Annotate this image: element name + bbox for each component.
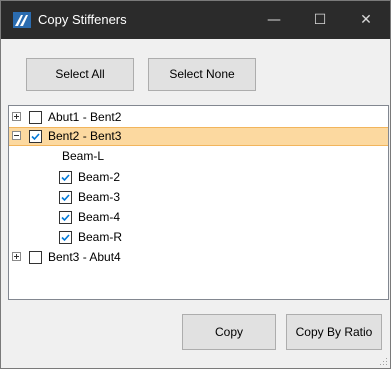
expand-plus-icon[interactable] [12, 112, 21, 121]
stiffener-tree[interactable]: Abut1 - Bent2 Bent2 - Bent3 Beam-L Beam-… [8, 105, 389, 300]
tree-node-beam-2[interactable]: Beam-2 [9, 168, 388, 187]
node-label: Beam-2 [78, 170, 121, 184]
tree-node-abut1-bent2[interactable]: Abut1 - Bent2 [9, 108, 388, 127]
tree-node-beam-3[interactable]: Beam-3 [9, 188, 388, 207]
node-checkbox-checked[interactable] [59, 211, 72, 224]
node-checkbox[interactable] [29, 111, 42, 124]
node-label: Beam-L [62, 149, 105, 163]
copy-button[interactable]: Copy [182, 314, 276, 350]
checkmark-icon [61, 174, 70, 182]
node-checkbox-checked[interactable] [59, 191, 72, 204]
checkmark-icon [61, 194, 70, 202]
checkmark-icon [61, 214, 70, 222]
node-label: Bent2 - Bent3 [48, 129, 122, 143]
node-label: Abut1 - Bent2 [48, 110, 122, 124]
select-none-button[interactable]: Select None [148, 58, 256, 91]
node-checkbox[interactable] [29, 251, 42, 264]
tree-node-beam-4[interactable]: Beam-4 [9, 208, 388, 227]
window-title: Copy Stiffeners [38, 12, 127, 27]
copy-stiffeners-dialog: Copy Stiffeners — ☐ ✕ Select All Select … [0, 0, 391, 369]
resize-grip-icon[interactable] [380, 358, 388, 366]
tree-node-beam-r[interactable]: Beam-R [9, 228, 388, 247]
app-logo-icon [13, 12, 31, 28]
node-label: Beam-R [78, 230, 123, 244]
tree-node-bent3-abut4[interactable]: Bent3 - Abut4 [9, 248, 388, 267]
tree-node-bent2-bent3[interactable]: Bent2 - Bent3 [9, 127, 388, 146]
copy-by-ratio-button[interactable]: Copy By Ratio [286, 314, 382, 350]
checkmark-icon [61, 234, 70, 242]
node-label: Bent3 - Abut4 [48, 250, 121, 264]
node-label: Beam-3 [78, 190, 121, 204]
maximize-button[interactable]: ☐ [297, 1, 343, 39]
select-all-button[interactable]: Select All [26, 58, 134, 91]
checkmark-icon [31, 133, 40, 141]
minimize-button[interactable]: — [251, 1, 297, 39]
expand-plus-icon[interactable] [12, 252, 21, 261]
node-label: Beam-4 [78, 210, 121, 224]
node-checkbox-checked[interactable] [59, 171, 72, 184]
title-bar[interactable]: Copy Stiffeners — ☐ ✕ [1, 1, 390, 39]
node-checkbox-checked[interactable] [59, 231, 72, 244]
collapse-minus-icon[interactable] [12, 131, 21, 140]
node-checkbox-checked[interactable] [29, 130, 42, 143]
tree-node-beam-l[interactable]: Beam-L [9, 147, 388, 166]
close-button[interactable]: ✕ [343, 1, 389, 39]
